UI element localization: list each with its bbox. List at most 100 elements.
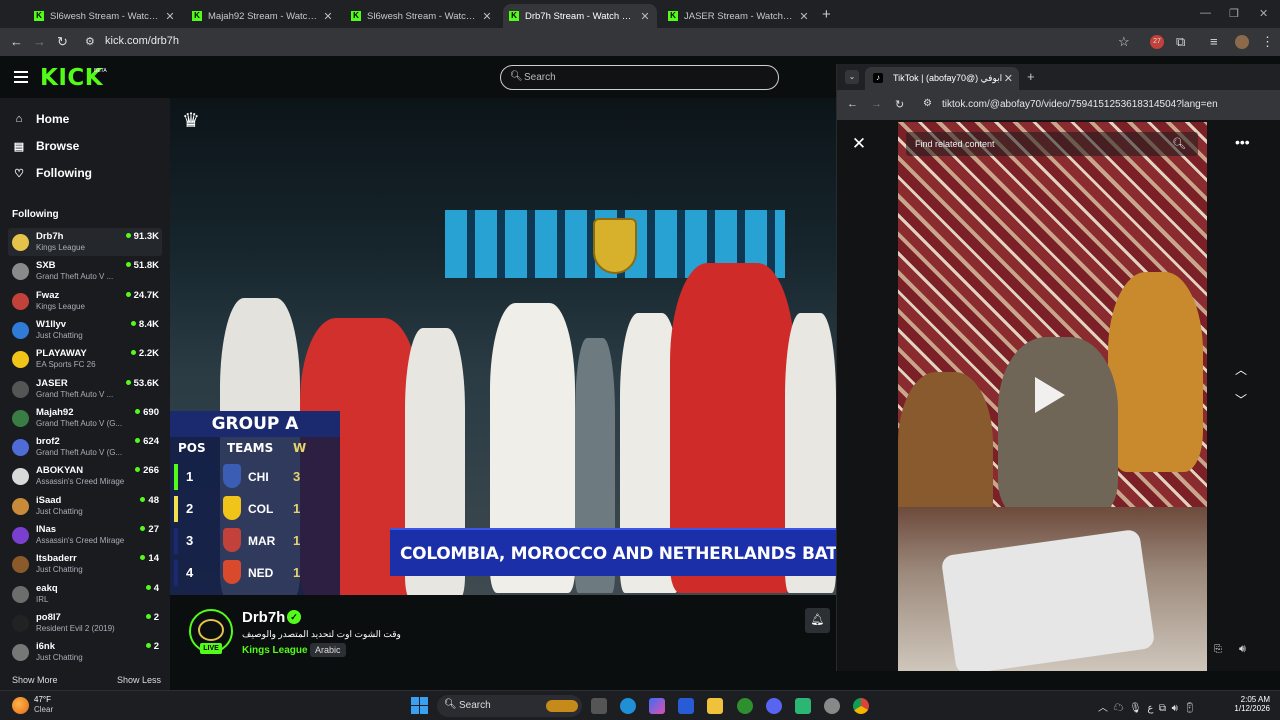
viewer-count: 48 (140, 495, 159, 506)
tiktok-video[interactable]: Find related content 🔍︎ (898, 122, 1207, 671)
edge-icon[interactable] (620, 698, 636, 714)
avatar-icon (198, 619, 224, 641)
channel-name: po8l7 (36, 611, 61, 623)
channel-category: Just Chatting (36, 506, 83, 516)
settings-icon[interactable] (824, 698, 840, 714)
extension-badge[interactable]: 27 (1150, 35, 1164, 49)
menu-kebab-icon[interactable]: ⋮ (1261, 34, 1274, 50)
sidebar-channel[interactable]: JASER Grand Theft Auto V ... 53.6K (8, 375, 162, 403)
find-related-input[interactable]: Find related content 🔍︎ (906, 132, 1198, 156)
show-less-button[interactable]: Show Less (117, 675, 161, 685)
nav-following[interactable]: ♡ Following (12, 166, 92, 180)
forward-icon[interactable]: → (871, 98, 882, 110)
volume-icon[interactable]: 🔊︎ (1239, 643, 1246, 656)
language-tag[interactable]: Arabic (310, 643, 346, 657)
sidebar-channel[interactable]: Drb7h Kings League 91.3K (8, 228, 162, 256)
show-more-button[interactable]: Show More (12, 675, 58, 685)
position-bar (174, 560, 178, 586)
start-button-icon[interactable] (411, 697, 428, 714)
task-view-icon[interactable] (591, 698, 607, 714)
sidebar-channel[interactable]: SXB Grand Theft Auto V ... 51.8K (8, 257, 162, 285)
profile-avatar[interactable] (1235, 35, 1249, 49)
store-icon[interactable] (678, 698, 694, 714)
captions-icon[interactable]: ⎘ (1214, 644, 1222, 655)
viewer-count: 2 (146, 641, 159, 652)
sidebar-channel[interactable]: Fwaz Kings League 24.7K (8, 287, 162, 315)
browser-tab[interactable]: KMajah92 Stream - Watch Live on Kick✕ (186, 4, 340, 28)
browser-tab-active[interactable]: KDrb7h Stream - Watch Live on Kick✕ (503, 4, 657, 28)
stream-category[interactable]: Kings League (242, 645, 308, 656)
maximize-icon[interactable]: ❐ (1229, 7, 1239, 20)
reload-icon[interactable]: ↻ (57, 34, 68, 50)
sidebar-channel[interactable]: Itsbaderr Just Chatting 14 (8, 550, 162, 578)
sidebar: ⌂ Home ▤ Browse ♡ Following Following Drb7h… (0, 98, 170, 690)
close-tab-icon[interactable]: ✕ (639, 10, 651, 23)
group-title: GROUP A (170, 411, 340, 437)
new-tab-button[interactable]: + (1027, 69, 1035, 84)
taskbar-search[interactable]: 🔍︎ Search (437, 695, 582, 717)
discord-icon[interactable] (766, 698, 782, 714)
new-tab-button[interactable]: + (822, 6, 831, 23)
team-code: CHI (248, 470, 269, 484)
streamer-name[interactable]: Drb7h (242, 609, 285, 626)
nav-browse[interactable]: ▤ Browse (12, 139, 80, 153)
popup-url-field[interactable]: tiktok.com/@abofay70/video/7594151253618… (942, 99, 1218, 110)
sidebar-channel[interactable]: ABOKYAN Assassin's Creed Mirage 266 (8, 462, 162, 490)
sidebar-channel[interactable]: INas Assassin's Creed Mirage 27 (8, 521, 162, 549)
close-tab-icon[interactable]: ✕ (798, 10, 810, 23)
extensions-icon[interactable]: ⧉ (1176, 34, 1185, 50)
close-tab-icon[interactable]: ✕ (322, 10, 334, 23)
chevron-down-icon[interactable]: ﹀ (1235, 391, 1247, 408)
site-info-icon[interactable]: ⚙ (85, 35, 95, 48)
sidebar-channel[interactable]: eakq IRL 4 (8, 580, 162, 608)
video-player[interactable]: ♛ GROUP A POS TEAMS W 1 CHI 3 2 COL 1 3 MAR 1 4 NE… (170, 98, 836, 595)
sidebar-channel[interactable]: PLAYAWAY EA Sports FC 26 2.2K (8, 345, 162, 373)
popup-tab-strip: ⌄ ♪ TikTok | (abofay70@) ابوفي . ✕ + (837, 64, 1280, 90)
url-field[interactable]: kick.com/drb7h (105, 35, 179, 47)
chrome-icon[interactable] (853, 698, 869, 714)
sidebar-channel[interactable]: iSaad Just Chatting 48 (8, 492, 162, 520)
channel-avatar (12, 556, 29, 574)
file-explorer-icon[interactable] (707, 698, 723, 714)
close-tab-icon[interactable]: ✕ (1004, 72, 1013, 85)
xbox-icon[interactable] (737, 698, 753, 714)
close-video-icon[interactable]: ✕ (849, 134, 869, 154)
close-tab-icon[interactable]: ✕ (164, 10, 176, 23)
sidebar-channel[interactable]: brof2 Grand Theft Auto V (G... 624 (8, 433, 162, 461)
tab-search-icon[interactable]: ⌄ (845, 70, 859, 84)
channel-avatar (12, 234, 29, 251)
chevron-up-icon[interactable]: ︿ (1235, 361, 1247, 378)
sidebar-channel[interactable]: po8l7 Resident Evil 2 (2019) 2 (8, 609, 162, 637)
bookmark-star-icon[interactable]: ☆ (1118, 34, 1130, 50)
browser-tab[interactable]: KSl6wesh Stream - Watch Live on Kick✕ (345, 4, 499, 28)
copilot-icon[interactable] (649, 698, 665, 714)
minimize-icon[interactable]: — (1200, 7, 1211, 19)
close-tab-icon[interactable]: ✕ (481, 10, 493, 23)
kick-favicon-icon: K (668, 11, 678, 21)
back-icon[interactable]: ← (10, 34, 23, 49)
search-icon: 🔍︎ (444, 699, 457, 710)
sidebar-channel[interactable]: W1llyv Just Chatting 8.4K (8, 316, 162, 344)
play-icon[interactable] (1035, 377, 1065, 413)
browser-tab[interactable]: KSl6wesh Stream - Watch Live on Kick✕ (28, 4, 182, 28)
reload-icon[interactable]: ↻ (895, 98, 904, 111)
app-icon[interactable] (795, 698, 811, 714)
search-input[interactable]: 🔍︎ Search (500, 65, 779, 90)
forward-icon[interactable]: → (33, 34, 46, 49)
sidebar-channel[interactable]: Majah92 Grand Theft Auto V (G... 690 (8, 404, 162, 432)
hamburger-menu-icon[interactable] (14, 71, 28, 83)
back-icon[interactable]: ← (847, 98, 858, 110)
reading-list-icon[interactable]: ≡ (1210, 34, 1218, 49)
browser-tab[interactable]: KJASER Stream - Watch Live on Kick✕ (662, 4, 816, 28)
popup-tab-tiktok[interactable]: ♪ TikTok | (abofay70@) ابوفي . ✕ (865, 67, 1019, 90)
more-options-icon[interactable]: ••• (1235, 134, 1250, 150)
team-code: COL (248, 502, 274, 516)
clock[interactable]: 2:05 AM 1/12/2026 (1226, 695, 1270, 713)
close-window-icon[interactable]: ✕ (1259, 7, 1268, 20)
notification-bell-icon[interactable]: 🔔︎ (805, 608, 830, 633)
system-tray-icons[interactable]: ︿ ☁ 🎙︎ ع ⧉ 🔊︎ 🔋︎ (1098, 699, 1196, 714)
sidebar-channel[interactable]: i6nk Just Chatting 2 (8, 638, 162, 666)
site-info-icon[interactable]: ⚙ (923, 98, 932, 109)
nav-home[interactable]: ⌂ Home (12, 112, 70, 126)
position: 1 (186, 469, 194, 484)
